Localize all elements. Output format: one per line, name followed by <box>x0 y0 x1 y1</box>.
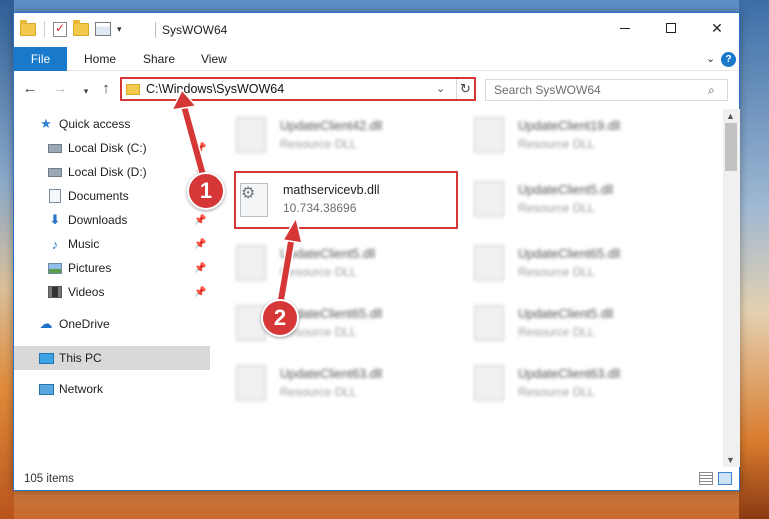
sidebar-item-network[interactable]: Network <box>14 378 210 400</box>
sidebar-item-documents[interactable]: Documents 📌 <box>14 185 210 207</box>
desktop-background-left <box>0 0 14 519</box>
music-icon: ♪ <box>51 236 59 252</box>
pictures-icon <box>47 260 63 276</box>
sidebar-item-onedrive[interactable]: ☁ OneDrive <box>14 313 210 335</box>
network-icon <box>38 381 54 397</box>
folder-icon <box>20 19 36 36</box>
scroll-up-icon[interactable]: ▲ <box>726 111 735 121</box>
tiles-view-icon[interactable] <box>718 472 732 485</box>
address-path[interactable]: C:\Windows\SysWOW64 <box>146 82 284 96</box>
refresh-button[interactable]: ↻ <box>456 79 474 99</box>
status-bar: 105 items <box>14 468 739 490</box>
file-tile[interactable]: UpdateClient5.dll Resource DLL <box>452 297 676 353</box>
file-tile[interactable]: UpdateClient42.dll Resource DLL <box>214 109 438 165</box>
star-icon: ★ <box>40 116 52 131</box>
pin-icon[interactable]: 📌 <box>194 287 206 298</box>
videos-icon <box>47 284 63 300</box>
scroll-down-icon[interactable]: ▼ <box>726 455 735 465</box>
dll-file-icon <box>236 117 266 153</box>
documents-icon <box>47 188 63 204</box>
desktop-background-right <box>739 0 769 519</box>
item-count: 105 items <box>24 473 74 485</box>
up-button[interactable]: ↑ <box>96 79 116 99</box>
sidebar-item-local-disk-c[interactable]: Local Disk (C:) 📌 <box>14 137 210 159</box>
help-icon[interactable]: ? <box>721 52 736 67</box>
download-icon: ⬇ <box>49 212 61 227</box>
tab-share[interactable]: Share <box>131 47 187 71</box>
step-2-badge: 2 <box>261 299 299 337</box>
vertical-scrollbar[interactable]: ▲ ▼ <box>723 109 740 467</box>
pin-icon[interactable]: 📌 <box>194 239 206 250</box>
sidebar-item-music[interactable]: ♪ Music 📌 <box>14 233 210 255</box>
navigation-bar: ← → ▾ ↑ C:\Windows\SysWOW64 ⌄ ↻ ⌕ <box>14 75 739 105</box>
search-box[interactable]: ⌕ <box>485 79 728 101</box>
sidebar-item-local-disk-d[interactable]: Local Disk (D:) 📌 <box>14 161 210 183</box>
folder-icon <box>126 84 140 95</box>
file-tile[interactable]: UpdateClient5.dll Resource DLL <box>214 237 438 293</box>
maximize-icon <box>666 23 676 33</box>
maximize-button[interactable] <box>648 13 694 43</box>
forward-button[interactable]: → <box>50 79 70 99</box>
sidebar-item-quick-access[interactable]: ★ Quick access <box>14 113 210 135</box>
dll-file-icon <box>474 365 504 401</box>
dll-file-icon <box>236 365 266 401</box>
ribbon-tabs: File Home Share View ⌄ ? <box>14 47 739 71</box>
back-button[interactable]: ← <box>20 79 40 99</box>
sidebar-item-this-pc[interactable]: This PC <box>14 346 210 370</box>
dll-file-icon <box>474 245 504 281</box>
file-list: UpdateClient42.dll Resource DLL UpdateCl… <box>214 109 722 464</box>
dll-file-icon <box>474 117 504 153</box>
close-button[interactable]: ✕ <box>694 13 740 43</box>
tab-home[interactable]: Home <box>72 47 128 71</box>
new-folder-icon[interactable] <box>73 19 89 36</box>
window-title: SysWOW64 <box>162 23 228 37</box>
title-bar: ▾ SysWOW64 ✕ <box>14 13 739 47</box>
sidebar-item-downloads[interactable]: ⬇ Downloads 📌 <box>14 209 210 231</box>
details-view-icon[interactable] <box>699 472 713 485</box>
properties-check-icon[interactable] <box>53 21 67 37</box>
file-tile[interactable]: UpdateClient63.dll Resource DLL <box>214 357 438 413</box>
dll-file-icon <box>474 305 504 341</box>
rename-icon[interactable] <box>95 22 111 36</box>
file-tile[interactable]: UpdateClient19.dll Resource DLL <box>452 109 676 165</box>
dll-file-icon <box>474 181 504 217</box>
dll-file-icon <box>236 245 266 281</box>
gear-icon: ⚙ <box>241 185 256 202</box>
search-input[interactable] <box>486 80 702 100</box>
cloud-icon: ☁ <box>39 316 53 331</box>
tab-file[interactable]: File <box>14 47 67 71</box>
file-tile[interactable]: UpdateClient63.dll Resource DLL <box>452 357 676 413</box>
address-bar[interactable]: C:\Windows\SysWOW64 ⌄ ↻ <box>120 77 476 101</box>
sidebar-item-videos[interactable]: Videos 📌 <box>14 281 210 303</box>
step-1-badge: 1 <box>187 172 225 210</box>
chevron-down-icon[interactable]: ⌄ <box>706 52 715 65</box>
recent-locations-button[interactable]: ▾ <box>76 81 96 101</box>
quick-access-toolbar: ▾ <box>20 19 122 37</box>
search-icon[interactable]: ⌕ <box>708 83 715 98</box>
pin-icon[interactable]: 📌 <box>194 215 206 226</box>
drive-icon <box>47 140 63 156</box>
computer-icon <box>38 350 54 366</box>
file-tile-mathservicevb[interactable]: ⚙ mathservicevb.dll 10.734.38696 <box>234 171 458 229</box>
navigation-pane: ★ Quick access Local Disk (C:) 📌 Local D… <box>14 113 210 463</box>
minimize-button[interactable] <box>602 13 648 43</box>
drive-icon <box>47 164 63 180</box>
scrollbar-thumb[interactable] <box>725 123 737 171</box>
file-tile[interactable]: UpdateClient65.dll Resource DLL <box>214 297 438 353</box>
address-dropdown-icon[interactable]: ⌄ <box>436 82 445 95</box>
tab-view[interactable]: View <box>189 47 239 71</box>
sidebar-item-pictures[interactable]: Pictures 📌 <box>14 257 210 279</box>
file-tile[interactable]: UpdateClient65.dll Resource DLL <box>452 237 676 293</box>
explorer-window: ▾ SysWOW64 ✕ File Home Share View ⌄ ? ← … <box>13 12 740 491</box>
minimize-icon <box>620 27 630 29</box>
pin-icon[interactable]: 📌 <box>194 143 206 154</box>
customize-toolbar-icon[interactable]: ▾ <box>117 24 122 35</box>
pin-icon[interactable]: 📌 <box>194 263 206 274</box>
file-tile[interactable]: UpdateClient5.dll Resource DLL <box>452 173 676 229</box>
